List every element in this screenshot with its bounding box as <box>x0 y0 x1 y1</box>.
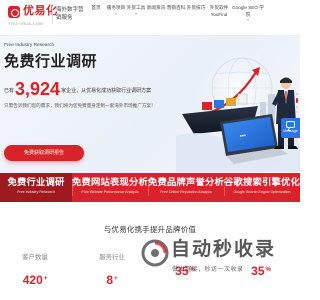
hero-illustration: ••• <box>176 44 300 172</box>
stats-title: 与优易化携手提升品牌价值 <box>103 225 197 234</box>
header-slogan: 海外数字营销服务 <box>56 7 84 21</box>
message-widget[interactable]: Message <box>281 118 300 138</box>
stat-label: 客户数量 <box>22 254 48 261</box>
get-report-button[interactable]: 免费获取调研报告 <box>4 145 84 161</box>
chevron-down-icon: ▾ <box>247 18 249 22</box>
nav-label: Google SEO 学院 <box>232 5 264 17</box>
logo-subtitle: YOUYIHUA.COM <box>8 21 43 26</box>
stat-clients: 客户数量 420+ <box>20 253 50 290</box>
service-subtitle: Free Website Performance Analysis <box>81 190 139 194</box>
hero-title: 免费行业调研 <box>4 53 98 70</box>
service-subtitle: Free Online Reputation Analysis <box>160 190 212 194</box>
hero-stat-number: 3,924 <box>15 79 61 99</box>
nav-item-wiki[interactable]: 营销百科 <box>166 2 186 22</box>
hero-banner: Free Industry Research 免费行业调研 已有3,924家企业… <box>0 36 300 173</box>
nav-label: 服务项目 <box>106 5 126 10</box>
nav-item-services[interactable]: 服务项目 ▾ <box>106 2 126 22</box>
nav-item-news[interactable]: 新闻资讯 <box>146 2 166 22</box>
nav-item-tips[interactable]: 外贸技巧 <box>186 2 206 22</box>
tab-industry-research[interactable]: 免费行业调研 Free Industry Research <box>0 173 73 202</box>
watermark-logo-icon <box>141 239 169 267</box>
chat-bubble-icon <box>286 121 295 128</box>
main-nav: 首页 服务项目 ▾ 外贸工具 ▾ 新闻资讯 营销百科 外贸技巧 外贸软件 You… <box>86 2 264 22</box>
watermark-subtext: 做上链接，秒访一次收录 <box>172 267 244 273</box>
tab-website-analysis[interactable]: 免费网站表现分析 Free Website Performance Analys… <box>72 173 148 202</box>
service-title: 免费网站表现分析 <box>72 177 149 187</box>
site-header: 优易化 YOUYIHUA.COM 海外数字营销服务 首页 服务项目 ▾ 外贸工具… <box>0 0 300 36</box>
stat-value: 420+ <box>22 273 48 287</box>
nav-item-seo-academy[interactable]: Google SEO 学院 ▾ <box>232 2 264 22</box>
chevron-down-icon: ▾ <box>135 11 137 16</box>
site-logo[interactable]: 优易化 YOUYIHUA.COM <box>8 5 58 26</box>
nav-label: 外贸工具 <box>126 5 146 10</box>
logo-icon <box>8 6 20 18</box>
hero-eyebrow: Free Industry Research <box>4 43 55 48</box>
service-title: 免费行业调研 <box>7 177 65 187</box>
service-subtitle: Google Search Engine Optimization <box>233 190 291 194</box>
nav-label: 新闻资讯 <box>146 5 166 10</box>
hero-stat: 已有3,924家企业，从优易化成功获取行业调研方案 <box>4 79 151 100</box>
stat-label: 服务行业 <box>99 254 125 261</box>
service-tabs: 免费行业调研 Free Industry Research 免费网站表现分析 F… <box>0 173 300 202</box>
watermark-text: 自动秒收录 <box>171 239 277 260</box>
nav-label: 外贸技巧 <box>186 5 206 10</box>
watermark: 自动秒收录 做上链接，秒访一次收录 <box>140 238 296 274</box>
header-divider <box>52 6 53 24</box>
nav-label: 首页 <box>91 5 101 10</box>
nav-item-tools[interactable]: 外贸工具 ▾ <box>126 2 146 22</box>
tab-reputation-analysis[interactable]: 免费品牌声誉分析 Free Online Reputation Analysis <box>148 173 224 202</box>
service-title: 免费品牌声誉分析 <box>148 177 225 187</box>
hero-stat-suffix: 家企业，从优易化成功获取行业调研方案 <box>61 88 152 94</box>
hero-stat-prefix: 已有 <box>4 88 15 94</box>
chevron-down-icon: ▾ <box>115 11 117 16</box>
nav-item-youfind[interactable]: 外贸软件 YouFind <box>206 2 232 22</box>
stat-industries: 服务行业 8+ <box>97 253 127 290</box>
nav-label: 外贸软件 YouFind <box>209 5 229 17</box>
tab-google-seo[interactable]: 谷歌搜索引擎优化 Google Search Engine Optimizati… <box>224 173 300 202</box>
hero-description: 只需告诉我们您的需求，我们将为您免费量身定制一套海外市场推广方案！ <box>4 103 156 108</box>
service-title: 谷歌搜索引擎优化 <box>224 177 300 187</box>
nav-item-home[interactable]: 首页 <box>86 2 106 22</box>
stat-value: 8+ <box>106 273 118 287</box>
nav-label: 营销百科 <box>166 5 186 10</box>
svg-text:•••: ••• <box>239 133 246 140</box>
service-subtitle: Free Industry Research <box>17 190 55 194</box>
